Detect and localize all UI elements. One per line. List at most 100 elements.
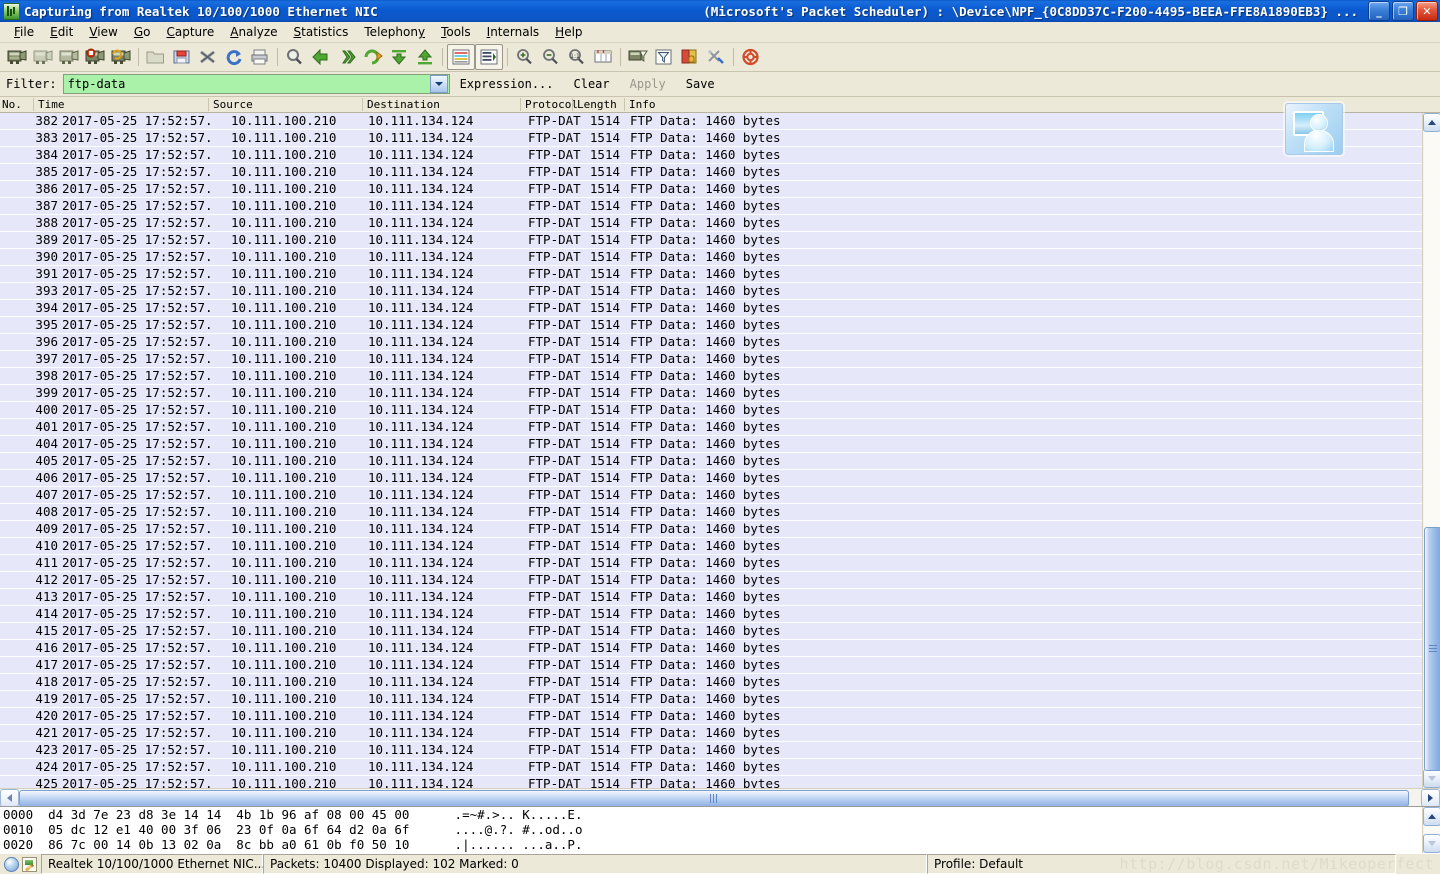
column-header-length[interactable]: Length — [575, 98, 617, 111]
hex-lines-container[interactable]: 0000 d4 3d 7e 23 d8 3e 14 14 4b 1b 96 af… — [0, 807, 1422, 853]
table-row[interactable]: 418 2017-05-25 17:52:57. 10.111.100.210 10.… — [0, 674, 1422, 691]
table-row[interactable]: 424 2017-05-25 17:52:57. 10.111.100.210 10.… — [0, 759, 1422, 776]
display-filters-icon[interactable] — [651, 45, 677, 69]
table-row[interactable]: 396 2017-05-25 17:52:57. 10.111.100.210 10.… — [0, 334, 1422, 351]
table-row[interactable]: 412 2017-05-25 17:52:57. 10.111.100.210 10.… — [0, 572, 1422, 589]
filter-history-dropdown-button[interactable] — [429, 75, 448, 93]
menu-edit[interactable]: Edit — [42, 23, 81, 41]
status-profile[interactable]: Profile: Default — [927, 854, 1396, 874]
save-file-icon[interactable] — [169, 45, 195, 69]
column-header-info[interactable]: Info — [627, 98, 656, 111]
table-row[interactable]: 419 2017-05-25 17:52:57. 10.111.100.210 10.… — [0, 691, 1422, 708]
table-row[interactable]: 420 2017-05-25 17:52:57. 10.111.100.210 10.… — [0, 708, 1422, 725]
filter-clear-button[interactable]: Clear — [564, 77, 620, 91]
column-divider-1[interactable] — [33, 98, 34, 111]
table-row[interactable]: 386 2017-05-25 17:52:57. 10.111.100.210 10.… — [0, 181, 1422, 198]
zoom-in-icon[interactable] — [512, 45, 538, 69]
coloring-rules-icon[interactable] — [677, 45, 703, 69]
table-row[interactable]: 405 2017-05-25 17:52:57. 10.111.100.210 10.… — [0, 453, 1422, 470]
zoom-out-icon[interactable] — [538, 45, 564, 69]
table-row[interactable]: 410 2017-05-25 17:52:57. 10.111.100.210 10.… — [0, 538, 1422, 555]
table-row[interactable]: 389 2017-05-25 17:52:57. 10.111.100.210 10.… — [0, 232, 1422, 249]
table-row[interactable]: 398 2017-05-25 17:52:57. 10.111.100.210 10.… — [0, 368, 1422, 385]
table-row[interactable]: 400 2017-05-25 17:52:57. 10.111.100.210 10.… — [0, 402, 1422, 419]
column-divider-2[interactable] — [208, 98, 209, 111]
go-back-icon[interactable] — [308, 45, 334, 69]
go-forward-icon[interactable] — [334, 45, 360, 69]
capture-options-icon[interactable] — [30, 45, 56, 69]
go-last-packet-icon[interactable] — [412, 45, 438, 69]
close-file-icon[interactable] — [195, 45, 221, 69]
scroll-down-button[interactable] — [1422, 769, 1440, 788]
close-button[interactable]: ✕ — [1416, 1, 1438, 21]
table-row[interactable]: 399 2017-05-25 17:52:57. 10.111.100.210 10.… — [0, 385, 1422, 402]
column-divider-5[interactable] — [572, 98, 573, 111]
table-row[interactable]: 423 2017-05-25 17:52:57. 10.111.100.210 10.… — [0, 742, 1422, 759]
menu-internals[interactable]: Internals — [479, 23, 548, 41]
table-row[interactable]: 382 2017-05-25 17:52:57. 10.111.100.210 10.… — [0, 113, 1422, 130]
menu-file[interactable]: File — [6, 23, 42, 41]
capture-file-comment-icon[interactable] — [22, 856, 37, 872]
table-row[interactable]: 387 2017-05-25 17:52:57. 10.111.100.210 10.… — [0, 198, 1422, 215]
table-row[interactable]: 421 2017-05-25 17:52:57. 10.111.100.210 10.… — [0, 725, 1422, 742]
menu-go[interactable]: Go — [126, 23, 159, 41]
hscroll-track[interactable] — [19, 789, 1421, 807]
table-row[interactable]: 391 2017-05-25 17:52:57. 10.111.100.210 10.… — [0, 266, 1422, 283]
scroll-right-button[interactable] — [1421, 788, 1440, 807]
hex-pane-vertical-scrollbar[interactable] — [1422, 807, 1440, 853]
menu-tools[interactable]: Tools — [433, 23, 479, 41]
table-row[interactable]: 413 2017-05-25 17:52:57. 10.111.100.210 10.… — [0, 589, 1422, 606]
table-row[interactable]: 394 2017-05-25 17:52:57. 10.111.100.210 10.… — [0, 300, 1422, 317]
table-row[interactable]: 385 2017-05-25 17:52:57. 10.111.100.210 10.… — [0, 164, 1422, 181]
table-row[interactable]: 395 2017-05-25 17:52:57. 10.111.100.210 10.… — [0, 317, 1422, 334]
capture-filters-icon[interactable] — [625, 45, 651, 69]
column-divider-6[interactable] — [624, 98, 625, 111]
table-row[interactable]: 388 2017-05-25 17:52:57. 10.111.100.210 10.… — [0, 215, 1422, 232]
help-icon[interactable] — [738, 45, 764, 69]
filter-expression-button[interactable]: Expression... — [450, 77, 564, 91]
maximize-button[interactable]: ❐ — [1392, 1, 1414, 21]
open-file-icon[interactable] — [143, 45, 169, 69]
preferences-icon[interactable] — [703, 45, 729, 69]
find-packet-icon[interactable] — [282, 45, 308, 69]
table-row[interactable]: 415 2017-05-25 17:52:57. 10.111.100.210 10.… — [0, 623, 1422, 640]
hex-scroll-track[interactable] — [1423, 826, 1440, 834]
column-header-no[interactable]: No. — [0, 98, 22, 111]
menu-view[interactable]: View — [81, 23, 125, 41]
table-row[interactable]: 416 2017-05-25 17:52:57. 10.111.100.210 10.… — [0, 640, 1422, 657]
table-row[interactable]: 383 2017-05-25 17:52:57. 10.111.100.210 10.… — [0, 130, 1422, 147]
packet-rows-container[interactable]: 382 2017-05-25 17:52:57. 10.111.100.210 10.… — [0, 113, 1422, 788]
table-row[interactable]: 417 2017-05-25 17:52:57. 10.111.100.210 10.… — [0, 657, 1422, 674]
scroll-thumb[interactable] — [1423, 526, 1440, 771]
packet-list-vertical-scrollbar[interactable] — [1422, 113, 1440, 788]
table-row[interactable]: 414 2017-05-25 17:52:57. 10.111.100.210 10.… — [0, 606, 1422, 623]
table-row[interactable]: 411 2017-05-25 17:52:57. 10.111.100.210 10.… — [0, 555, 1422, 572]
stop-capture-icon[interactable] — [82, 45, 108, 69]
filter-input[interactable]: ftp-data — [64, 77, 430, 91]
column-header-destination[interactable]: Destination — [365, 98, 440, 111]
table-row[interactable]: 384 2017-05-25 17:52:57. 10.111.100.210 10.… — [0, 147, 1422, 164]
hex-scroll-down-button[interactable] — [1422, 834, 1440, 853]
interfaces-icon[interactable] — [4, 45, 30, 69]
go-first-packet-icon[interactable] — [386, 45, 412, 69]
table-row[interactable]: 404 2017-05-25 17:52:57. 10.111.100.210 10.… — [0, 436, 1422, 453]
table-row[interactable]: 390 2017-05-25 17:52:57. 10.111.100.210 10.… — [0, 249, 1422, 266]
scroll-left-button[interactable] — [0, 788, 19, 807]
table-row[interactable]: 409 2017-05-25 17:52:57. 10.111.100.210 10.… — [0, 521, 1422, 538]
table-row[interactable]: 393 2017-05-25 17:52:57. 10.111.100.210 10.… — [0, 283, 1422, 300]
menu-help[interactable]: Help — [547, 23, 590, 41]
menu-analyze[interactable]: Analyze — [222, 23, 285, 41]
minimize-button[interactable]: _ — [1368, 1, 1390, 21]
table-row[interactable]: 406 2017-05-25 17:52:57. 10.111.100.210 10.… — [0, 470, 1422, 487]
hscroll-thumb[interactable] — [19, 789, 1409, 807]
reload-icon[interactable] — [221, 45, 247, 69]
zoom-normal-icon[interactable]: 1:1 — [564, 45, 590, 69]
auto-scroll-icon[interactable] — [475, 44, 503, 70]
column-divider-3[interactable] — [362, 98, 363, 111]
column-divider-4[interactable] — [520, 98, 521, 111]
filter-input-container[interactable]: ftp-data — [62, 74, 450, 94]
menu-statistics[interactable]: Statistics — [286, 23, 357, 41]
column-header-source[interactable]: Source — [211, 98, 253, 111]
go-to-packet-icon[interactable] — [360, 45, 386, 69]
table-row[interactable]: 408 2017-05-25 17:52:57. 10.111.100.210 10.… — [0, 504, 1422, 521]
